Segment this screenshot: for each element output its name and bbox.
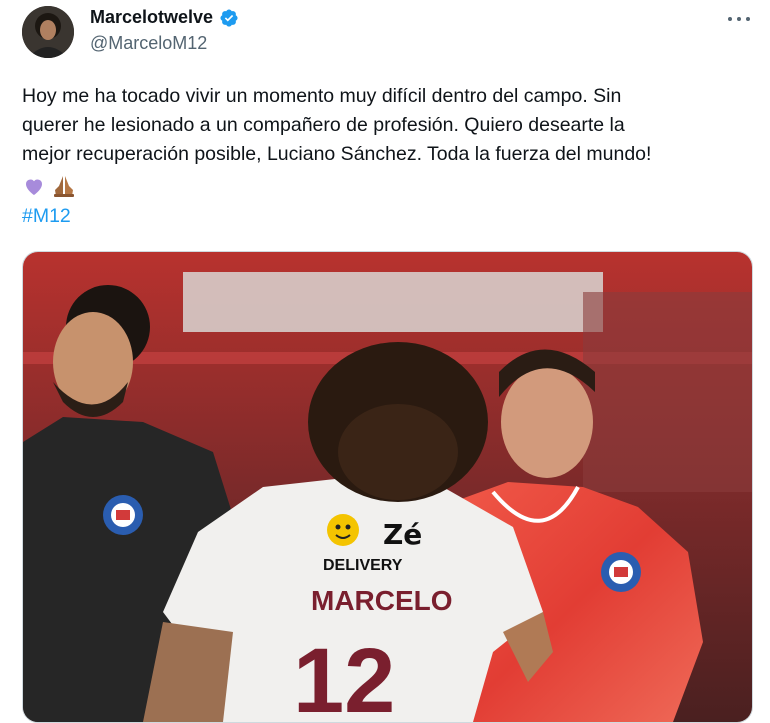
avatar-photo-icon — [22, 6, 74, 58]
jersey-sponsor-line1: Zé — [383, 518, 422, 551]
hashtag-link[interactable]: #M12 — [22, 205, 71, 228]
more-options-icon[interactable] — [728, 8, 750, 30]
author-display-name[interactable]: Marcelotwelve — [90, 7, 213, 28]
tweet-text-line: querer he lesionado a un compañero de pr… — [22, 114, 625, 136]
folded-hands-icon — [54, 176, 74, 197]
jersey-name: MARCELO — [311, 585, 453, 616]
author-name-row[interactable]: Marcelotwelve — [90, 7, 239, 28]
emoji-row — [22, 174, 78, 198]
tweet-text-line: mejor recuperación posible, Luciano Sánc… — [22, 143, 652, 165]
verified-badge-icon — [220, 8, 238, 27]
dot — [746, 17, 750, 21]
author-handle[interactable]: @MarceloM12 — [90, 33, 207, 54]
dot — [737, 17, 741, 21]
tweet-text-line: Hoy me ha tocado vivir un momento muy di… — [22, 85, 622, 107]
jersey-number: 12 — [293, 630, 395, 722]
purple-heart-icon — [26, 179, 42, 195]
football-players-photo: Zé DELIVERY MARCELO 12 — [23, 252, 752, 722]
tweet-text: Hoy me ha tocado vivir un momento muy di… — [22, 82, 762, 169]
dot — [728, 17, 732, 21]
avatar[interactable] — [22, 6, 74, 58]
tweet-media-photo[interactable]: Zé DELIVERY MARCELO 12 — [22, 251, 753, 723]
jersey-sponsor-line2: DELIVERY — [323, 557, 403, 574]
